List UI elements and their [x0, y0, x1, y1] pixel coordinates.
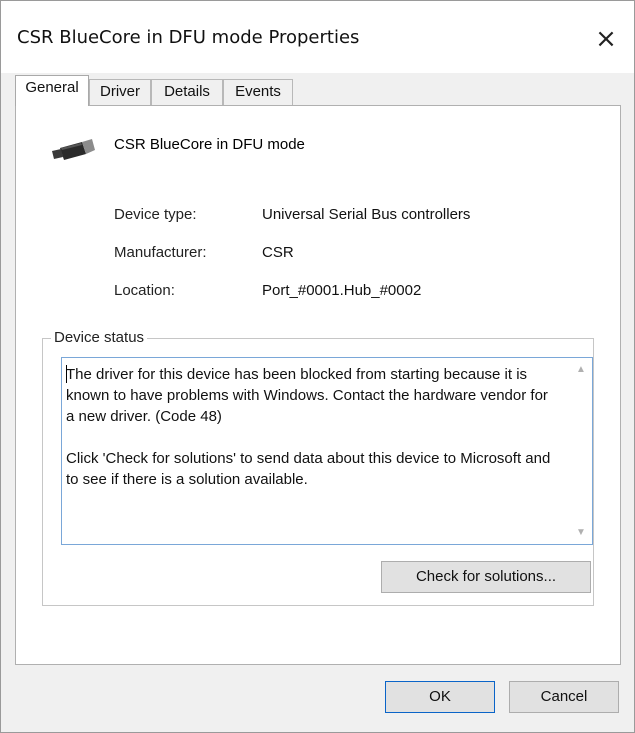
status-paragraph-help: Click 'Check for solutions' to send data… [66, 450, 551, 488]
properties-dialog: CSR BlueCore in DFU mode Properties × Ge… [0, 0, 635, 733]
location-label: Location: [114, 282, 175, 299]
text-caret [66, 365, 67, 383]
tab-details[interactable]: Details [151, 79, 223, 105]
close-button[interactable]: × [584, 17, 628, 61]
manufacturer-value: CSR [262, 244, 294, 261]
location-value: Port_#0001.Hub_#0002 [262, 282, 422, 299]
device-type-label: Device type: [114, 206, 197, 223]
scroll-up-arrow-icon[interactable]: ▲ [574, 364, 588, 375]
device-status-textbox[interactable]: The driver for this device has been bloc… [61, 357, 593, 545]
device-status-text: The driver for this device has been bloc… [66, 364, 556, 511]
scroll-down-arrow-icon[interactable]: ▼ [574, 527, 588, 538]
tab-driver[interactable]: Driver [89, 79, 151, 105]
device-status-group: Device status The driver for this device… [42, 329, 594, 606]
cancel-button[interactable]: Cancel [509, 681, 619, 713]
ok-button[interactable]: OK [385, 681, 495, 713]
general-tab-panel: CSR BlueCore in DFU mode Device type: Un… [15, 105, 621, 665]
window-title: CSR BlueCore in DFU mode Properties [17, 27, 360, 48]
device-type-value: Universal Serial Bus controllers [262, 206, 471, 223]
check-for-solutions-button[interactable]: Check for solutions... [381, 561, 591, 593]
tab-general[interactable]: General [15, 75, 89, 106]
title-bar: CSR BlueCore in DFU mode Properties × [1, 1, 634, 73]
tab-bar: General Driver Details Events [15, 75, 625, 107]
tab-events[interactable]: Events [223, 79, 293, 105]
device-status-legend: Device status [51, 329, 148, 346]
close-icon: × [595, 24, 617, 54]
status-paragraph-error: The driver for this device has been bloc… [66, 366, 548, 425]
device-name: CSR BlueCore in DFU mode [114, 136, 305, 153]
manufacturer-label: Manufacturer: [114, 244, 207, 261]
usb-plug-icon [52, 139, 95, 160]
